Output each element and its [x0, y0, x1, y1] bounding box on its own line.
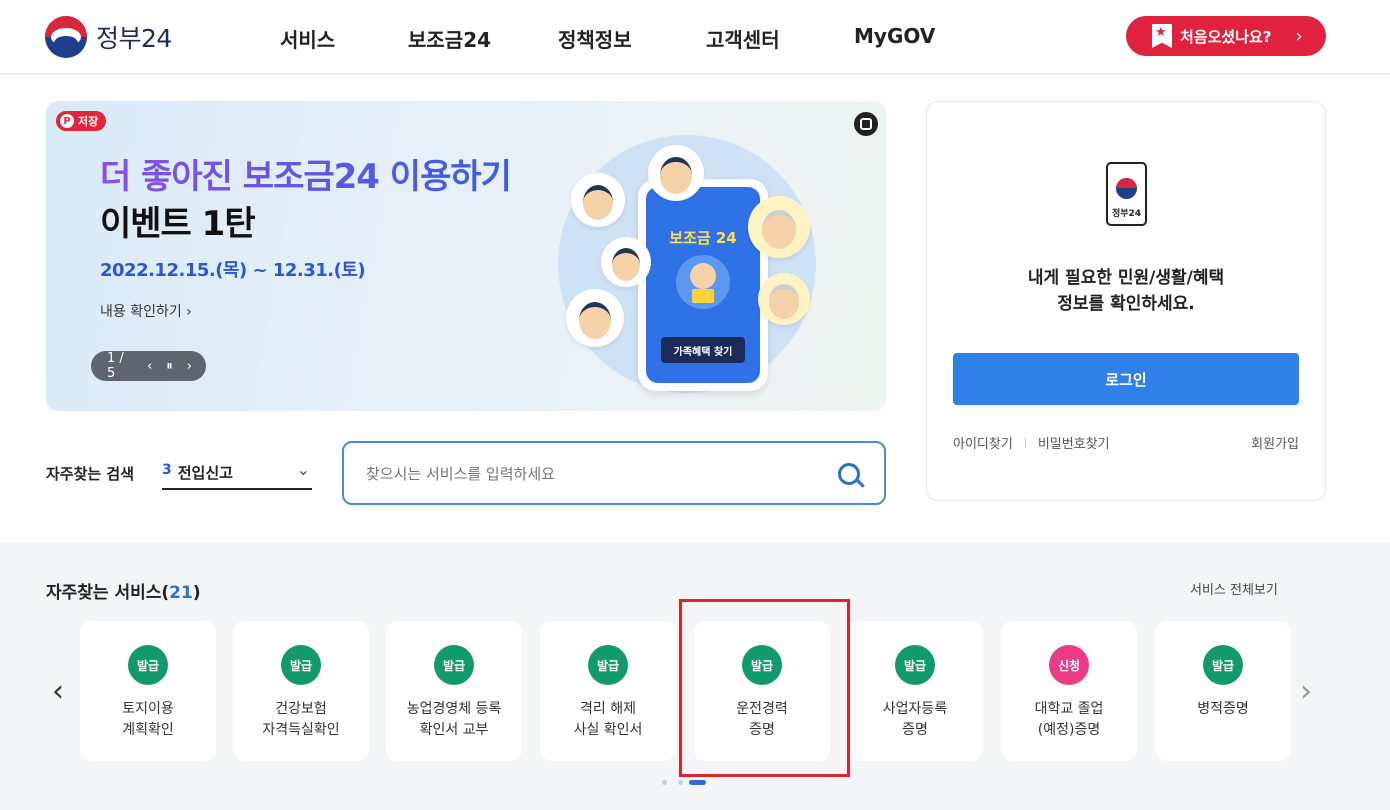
- taeguk-logo-icon: [45, 16, 87, 58]
- service-name: 대학교 졸업 (예정)증명: [1034, 701, 1104, 738]
- site-header: 정부24 서비스 보조금24 정책정보 고객센터 MyGOV 처음오셨나요? ›: [0, 0, 1390, 74]
- person-gift-icon: [676, 255, 730, 309]
- girl-glasses-avatar-icon: [571, 173, 625, 227]
- nav-policy[interactable]: 정책정보: [558, 24, 632, 53]
- issue-badge: 발급: [281, 645, 321, 685]
- service-name: 사업자등록 증명: [882, 701, 948, 738]
- carousel-next-icon[interactable]: ›: [1300, 674, 1312, 709]
- service-name: 토지이용 계획확인: [122, 701, 174, 738]
- first-visit-button[interactable]: 처음오셨나요? ›: [1126, 16, 1326, 56]
- login-message-line2: 정보를 확인하세요.: [1057, 294, 1195, 314]
- issue-badge: 발급: [1203, 645, 1243, 685]
- nav-customer-center[interactable]: 고객센터: [706, 24, 780, 53]
- login-button[interactable]: 로그인: [953, 353, 1299, 405]
- service-card[interactable]: 신청 대학교 졸업 (예정)증명: [1001, 621, 1137, 761]
- frequent-search-dropdown[interactable]: 3 전입신고 ⌄: [162, 458, 312, 490]
- save-label: 저장: [78, 115, 99, 128]
- view-all-services-link[interactable]: 서비스 전체보기: [1190, 579, 1278, 598]
- service-name: 농업경영체 등록 확인서 교부: [406, 701, 502, 738]
- phone-caption: 정부24: [1111, 209, 1142, 219]
- find-password-link[interactable]: 비밀번호찾기: [1038, 433, 1110, 452]
- issue-badge: 발급: [895, 645, 935, 685]
- section-title-end: ): [192, 583, 201, 603]
- service-name: 병적증명: [1197, 701, 1249, 717]
- service-name: 격리 해제 사실 확인서: [573, 701, 643, 738]
- family-benefit-button[interactable]: 가족혜택 찾기: [661, 337, 745, 363]
- highlight-box: [679, 599, 850, 777]
- issue-badge: 발급: [588, 645, 628, 685]
- search-input[interactable]: [366, 461, 826, 487]
- chevron-right-icon: ›: [1295, 25, 1303, 47]
- search-box: [342, 441, 886, 505]
- nav-mygov[interactable]: MyGOV: [854, 24, 935, 48]
- service-card[interactable]: 발급 토지이용 계획확인: [80, 621, 216, 761]
- logo-text: 정부24: [96, 24, 172, 53]
- banner-title: 더 좋아진 보조금24 이용하기: [100, 149, 512, 198]
- man-avatar-icon: [566, 289, 624, 347]
- issue-badge: 발급: [434, 645, 474, 685]
- signup-link[interactable]: 회원가입: [1251, 433, 1299, 452]
- section-title: 자주찾는 서비스(21): [46, 578, 201, 603]
- page-dot-active[interactable]: [689, 780, 706, 785]
- bookmark-star-icon: [1152, 24, 1172, 48]
- service-count: 21: [169, 583, 193, 603]
- banner-counter: 1 / 5: [107, 351, 124, 381]
- chevron-down-icon: ⌄: [296, 460, 310, 479]
- service-card[interactable]: 발급 농업경영체 등록 확인서 교부: [386, 621, 522, 761]
- phone-illustration: 보조금 24 가족혜택 찾기: [638, 179, 768, 391]
- account-links: 아이디찾기 비밀번호찾기: [953, 433, 1110, 452]
- grandma-avatar-icon: [748, 196, 810, 258]
- carousel-pagination: [662, 780, 706, 785]
- service-card[interactable]: 발급 병적증명: [1155, 621, 1291, 761]
- apply-badge: 신청: [1049, 645, 1089, 685]
- section-title-text: 자주찾는 서비스(: [46, 583, 170, 603]
- login-panel: 정부24 내게 필요한 민원/생활/혜택 정보를 확인하세요. 로그인 아이디찾…: [926, 101, 1326, 501]
- login-message-line1: 내게 필요한 민원/생활/혜택: [1027, 268, 1225, 288]
- boy-avatar-icon: [601, 237, 651, 287]
- pinterest-save-button[interactable]: P 저장: [56, 111, 107, 131]
- first-visit-label: 처음오셨나요?: [1180, 27, 1272, 46]
- nav-services[interactable]: 서비스: [280, 24, 335, 53]
- banner-subtitle: 이벤트 1탄: [100, 204, 256, 244]
- service-name: 건강보험 자격득실확인: [262, 701, 340, 738]
- woman-avatar-icon: [648, 145, 704, 201]
- mobile-gov24-icon: 정부24: [1106, 162, 1147, 226]
- divider: [1024, 437, 1026, 448]
- service-card[interactable]: 발급 사업자등록 증명: [847, 621, 983, 761]
- carousel-prev-icon[interactable]: ‹: [52, 674, 64, 709]
- banner-date: 2022.12.15.(목) ~ 12.31.(토): [100, 260, 366, 281]
- service-card[interactable]: 발급 건강보험 자격득실확인: [233, 621, 369, 761]
- logo[interactable]: 정부24: [45, 16, 172, 58]
- phone-title: 보조금 24: [669, 229, 737, 247]
- frequent-search-term: 전입신고: [177, 464, 233, 482]
- login-message: 내게 필요한 민원/생활/혜택 정보를 확인하세요.: [927, 265, 1325, 317]
- page-dot[interactable]: [662, 780, 667, 785]
- banner-detail-link[interactable]: 내용 확인하기 ›: [100, 301, 192, 321]
- issue-badge: 발급: [128, 645, 168, 685]
- chevron-left-icon[interactable]: ‹: [147, 359, 152, 374]
- page-dot[interactable]: [678, 780, 683, 785]
- pause-icon[interactable]: ⏸: [166, 359, 173, 374]
- visual-search-icon[interactable]: [854, 112, 878, 136]
- banner-controls: 1 / 5 ‹ ⏸ ›: [91, 351, 206, 381]
- frequent-search-rank: 3: [162, 462, 172, 478]
- find-id-link[interactable]: 아이디찾기: [953, 433, 1013, 452]
- service-card[interactable]: 발급 격리 해제 사실 확인서: [540, 621, 676, 761]
- search-icon[interactable]: [838, 463, 860, 485]
- event-banner[interactable]: P 저장 더 좋아진 보조금24 이용하기 이벤트 1탄 2022.12.15.…: [46, 101, 886, 411]
- nav-subsidy24[interactable]: 보조금24: [408, 24, 491, 53]
- grandpa-avatar-icon: [758, 273, 810, 325]
- chevron-right-icon[interactable]: ›: [187, 359, 192, 374]
- frequent-search-label: 자주찾는 검색: [46, 465, 135, 483]
- pinterest-icon: P: [60, 114, 74, 128]
